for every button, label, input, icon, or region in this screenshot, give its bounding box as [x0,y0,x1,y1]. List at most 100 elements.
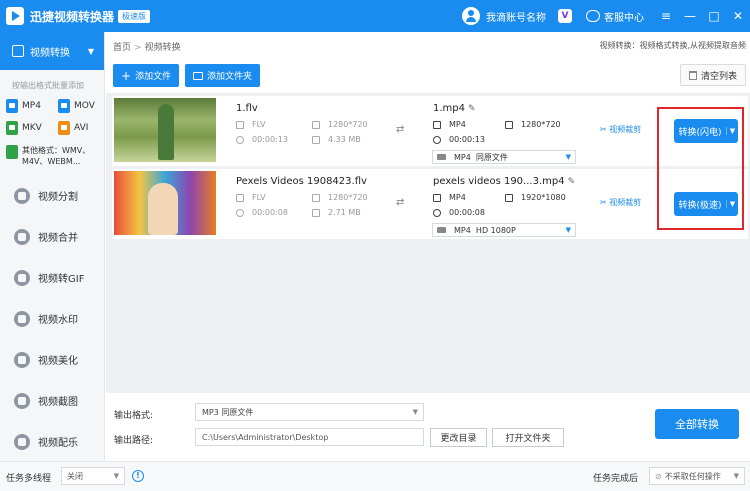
menu-icon[interactable]: ≡ [654,9,678,23]
sidebar-item-split[interactable]: 视频分割 [0,175,104,216]
file-name: 1.flv [236,103,258,114]
source-resolution: 1280*720 [312,120,368,129]
output-name[interactable]: 1.mp4 ✎ [433,103,476,114]
output-resolution-value: 1920*1080 [521,193,566,202]
status-bar: 任务多线程 关闭 ▼ ! 任务完成后 ⊘ 不采取任何操作 ▼ [0,461,750,491]
sidebar-item-music[interactable]: 视频配乐 [0,421,104,462]
output-format-select[interactable]: MP4 HD 1080P ▼ [432,223,576,237]
caret-down-icon: ▼ [565,153,571,161]
output-format-select[interactable]: MP4 同原文件 ▼ [432,150,576,164]
source-size: 4.33 MB [312,135,361,144]
format-mp4[interactable]: MP4 [6,99,58,113]
source-resolution: 1280*720 [312,193,368,202]
vip-icon[interactable]: V [558,9,572,23]
output-name[interactable]: pexels videos 190...3.mp4 ✎ [433,176,575,187]
clip-label: 视频裁剪 [609,125,642,134]
close-button[interactable]: ✕ [726,9,750,23]
format-grid: MP4 MOV MKV AVI [0,91,104,135]
edition-badge: 极速版 [118,9,151,23]
gif-icon [14,269,30,286]
select-format: MP4 [454,225,471,235]
scissors-icon [14,187,30,204]
multithread-select[interactable]: 关闭 ▼ [61,467,125,485]
source-duration: 00:00:08 [236,208,288,217]
output-name-value: 1.mp4 [433,103,465,114]
breadcrumb-current: 视频转换 [144,43,181,53]
highlight-box [657,107,744,230]
customer-service-icon[interactable] [586,10,600,22]
sidebar-item-watermark[interactable]: 视频水印 [0,298,104,339]
video-clip-button[interactable]: ✂ 视频裁剪 [600,124,641,135]
app-logo-icon [6,7,24,25]
breadcrumb-home[interactable]: 首页 [113,43,131,53]
video-thumbnail[interactable] [114,171,216,235]
format-other[interactable]: 其他格式：WMV、 M4V、WEBM... [0,145,104,167]
format-avi[interactable]: AVI [58,121,110,135]
source-format-value: FLV [252,193,266,202]
open-folder-button[interactable]: 打开文件夹 [492,428,564,447]
output-duration: 00:00:13 [433,135,485,144]
sidebar-item-merge[interactable]: 视频合并 [0,216,104,257]
sidebar-item-beautify[interactable]: 视频美化 [0,339,104,380]
sidebar-item-label: 视频配乐 [38,438,78,449]
output-resolution: 1280*720 [505,120,561,129]
output-format: MP4 [433,120,466,129]
camera-icon [437,154,446,160]
source-duration-value: 00:00:13 [252,135,288,144]
format-icon [433,120,441,129]
maximize-button[interactable]: □ [702,9,726,23]
output-path-field[interactable]: C:\Users\Administrator\Desktop [195,428,424,446]
sidebar-item-label: 视频转换 [30,47,70,59]
video-thumbnail[interactable] [114,98,216,162]
title-bar: 迅捷视频转换器 极速版 我滴账号名称 V 客服中心 ≡ — □ ✕ [0,0,750,32]
list-item[interactable]: 1.flv FLV 1280*720 00:00:13 4.33 MB ⇄ 1.… [112,96,748,166]
add-folder-button[interactable]: 添加文件夹 [185,64,261,87]
screenshot-icon [14,392,30,409]
sidebar-item-gif[interactable]: 视频转GIF [0,257,104,298]
clock-icon [236,135,244,144]
source-size-value: 2.71 MB [328,208,361,217]
clock-icon [433,208,441,217]
multithread-label: 任务多线程 [6,474,52,484]
sidebar-item-video-convert[interactable]: 视频转换 ▼ [0,32,104,70]
avatar-icon[interactable] [462,7,480,25]
sidebar-item-label: 视频分割 [38,192,78,203]
avi-file-icon [58,121,70,135]
format-icon [236,120,244,129]
video-clip-button[interactable]: ✂ 视频裁剪 [600,197,641,208]
folder-size-icon [312,135,320,144]
page-description: 视频转换：视频格式转换,从视频提取音频 [599,41,746,50]
add-file-label: 添加文件 [135,72,172,82]
list-item[interactable]: Pexels Videos 1908423.flv FLV 1280*720 0… [112,169,748,239]
source-size-value: 4.33 MB [328,135,361,144]
edit-pencil-icon[interactable]: ✎ [468,104,476,114]
output-duration-value: 00:00:13 [449,135,485,144]
account-name[interactable]: 我滴账号名称 [486,9,546,24]
change-directory-button[interactable]: 更改目录 [430,428,487,447]
folder-size-icon [312,208,320,217]
convert-arrow-icon: ⇄ [396,197,405,208]
sidebar-item-screenshot[interactable]: 视频截图 [0,380,104,421]
other-formats-line2: M4V、WEBM... [22,157,81,166]
minimize-button[interactable]: — [678,9,702,23]
resolution-icon [312,193,320,202]
other-file-icon [6,145,18,159]
sidebar-item-label: 视频合并 [38,233,78,244]
chevron-down-icon[interactable]: ▼ [88,47,94,56]
clear-list-button[interactable]: 清空列表 [680,64,746,86]
convert-all-button[interactable]: 全部转换 [655,409,739,439]
add-folder-label: 添加文件夹 [207,72,253,82]
output-format-dropdown[interactable]: MP3 同原文件 ▼ [195,403,424,421]
sidebar: 视频转换 ▼ 按输出格式批量添加 MP4 MOV MKV AVI 其他格式：WM… [0,32,105,461]
info-icon[interactable]: ! [132,470,144,482]
after-complete-select[interactable]: ⊘ 不采取任何操作 ▼ [649,467,745,485]
add-file-button[interactable]: + 添加文件 [113,64,180,87]
source-resolution-value: 1280*720 [328,120,368,129]
camera-icon [437,227,446,233]
edit-pencil-icon[interactable]: ✎ [568,177,576,187]
select-quality: 同原文件 [475,152,508,162]
format-mkv[interactable]: MKV [6,121,58,135]
customer-service-label[interactable]: 客服中心 [604,9,644,24]
source-duration: 00:00:13 [236,135,288,144]
format-mov[interactable]: MOV [58,99,110,113]
